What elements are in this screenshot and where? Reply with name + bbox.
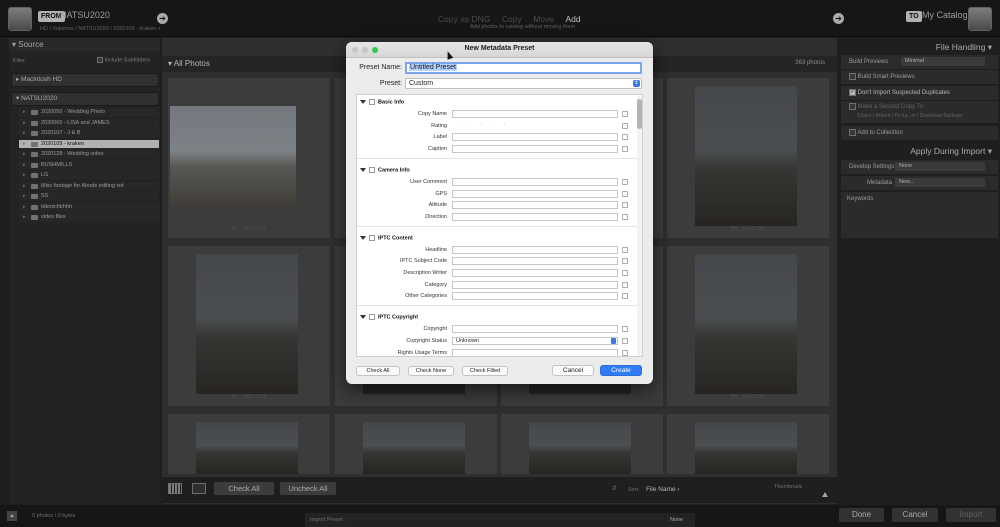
dialog-title-bar: New Metadata Preset [346,42,653,58]
field-label: Copyright [423,326,447,333]
section-checkbox[interactable] [369,166,375,173]
check-all-button[interactable]: Check All [356,366,400,376]
section-checkbox[interactable] [369,99,375,105]
field-checkbox[interactable] [622,202,628,209]
field-checkbox[interactable] [622,337,628,344]
field-label: Label [433,134,447,141]
field-select[interactable]: Unknown [452,336,618,345]
check-filled-button[interactable]: Check Filled [462,366,508,376]
field-label: Direction [425,213,447,220]
field-label: Copy Name [417,111,447,117]
section-title: IPTC Content [378,235,413,242]
disclosure-triangle-icon[interactable] [360,235,366,240]
section-header[interactable]: Camera Info [360,166,410,174]
new-metadata-preset-dialog: New Metadata Preset Preset Name: Untitle… [346,42,653,384]
field-label: Copyright Status [406,337,447,344]
field-input[interactable] [452,280,618,289]
preset-select[interactable]: Custom ⇕ [405,78,642,89]
field-checkbox[interactable] [622,349,628,356]
preset-name-label: Preset Name: [359,64,402,71]
field-input[interactable] [452,201,618,210]
field-input[interactable] [452,145,618,154]
metadata-fields-list[interactable]: Basic Info Copy Name Rating · · · · · Label C… [356,94,643,357]
section-divider [357,225,637,227]
preset-label: Preset: [379,80,402,87]
field-input[interactable] [452,189,618,198]
field-label: Caption [428,146,447,153]
section-divider [357,305,637,307]
field-checkbox[interactable] [622,270,628,276]
section-header[interactable]: IPTC Content [360,234,413,242]
field-checkbox[interactable] [622,293,628,300]
field-checkbox[interactable] [622,190,628,197]
field-input[interactable] [452,110,618,118]
field-input[interactable] [452,325,618,334]
field-input[interactable] [452,348,618,356]
field-checkbox[interactable] [622,213,628,220]
field-label: Headline [425,246,447,253]
field-input[interactable] [452,269,618,277]
field-checkbox[interactable] [622,281,628,288]
section-title: IPTC Copyright [378,314,419,321]
field-input[interactable] [452,292,618,301]
field-checkbox[interactable] [622,258,628,265]
cancel-button[interactable]: Cancel [552,365,594,376]
field-label: Description Writer [403,270,447,276]
lightroom-import-window: FROM NATSU2020 HD / Volumes / NATSU2020 … [0,0,1000,527]
section-checkbox[interactable] [369,234,375,241]
create-button[interactable]: Create [600,365,642,376]
field-checkbox[interactable] [622,146,628,153]
select-arrows-icon [611,337,616,344]
section-divider [357,157,637,159]
field-input[interactable] [452,212,618,221]
rating-stars[interactable]: · · · · · [457,122,510,128]
field-input[interactable] [452,257,618,266]
section-header[interactable]: IPTC Copyright [360,314,419,321]
field-label: Altitude [428,202,447,209]
section-checkbox[interactable] [369,314,375,321]
field-label: GPS [435,190,447,197]
field-input[interactable] [452,133,618,142]
field-checkbox[interactable] [622,122,628,129]
field-label: Category [424,281,447,288]
disclosure-triangle-icon[interactable] [360,315,366,320]
preset-name-value: Untitled Preset [409,64,457,71]
field-input[interactable] [452,177,618,186]
preset-select-value: Custom [409,80,434,87]
scroll-thumb[interactable] [637,99,642,129]
preset-name-input[interactable]: Untitled Preset [405,62,642,74]
section-header[interactable]: Basic Info [360,99,404,105]
field-label: IPTC Subject Code [399,258,447,265]
field-label: Rating [431,122,447,129]
check-none-button[interactable]: Check None [408,366,454,376]
field-value: Unknown [456,337,479,344]
dialog-title: New Metadata Preset [464,45,535,52]
field-label: Rights Usage Terms [397,349,447,356]
field-checkbox[interactable] [622,111,628,117]
select-arrows-icon: ⇕ [633,80,640,87]
field-label: Other Categories [405,293,447,300]
field-checkbox[interactable] [622,178,628,185]
field-checkbox[interactable] [622,134,628,141]
field-checkbox[interactable] [622,246,628,253]
section-title: Basic Info [378,99,405,106]
field-checkbox[interactable] [622,326,628,333]
disclosure-triangle-icon[interactable] [360,167,366,172]
list-scrollbar[interactable] [637,96,642,356]
section-title: Camera Info [378,167,410,174]
field-label: User Comment [410,178,447,185]
field-input[interactable] [452,245,618,254]
disclosure-triangle-icon[interactable] [360,100,366,104]
